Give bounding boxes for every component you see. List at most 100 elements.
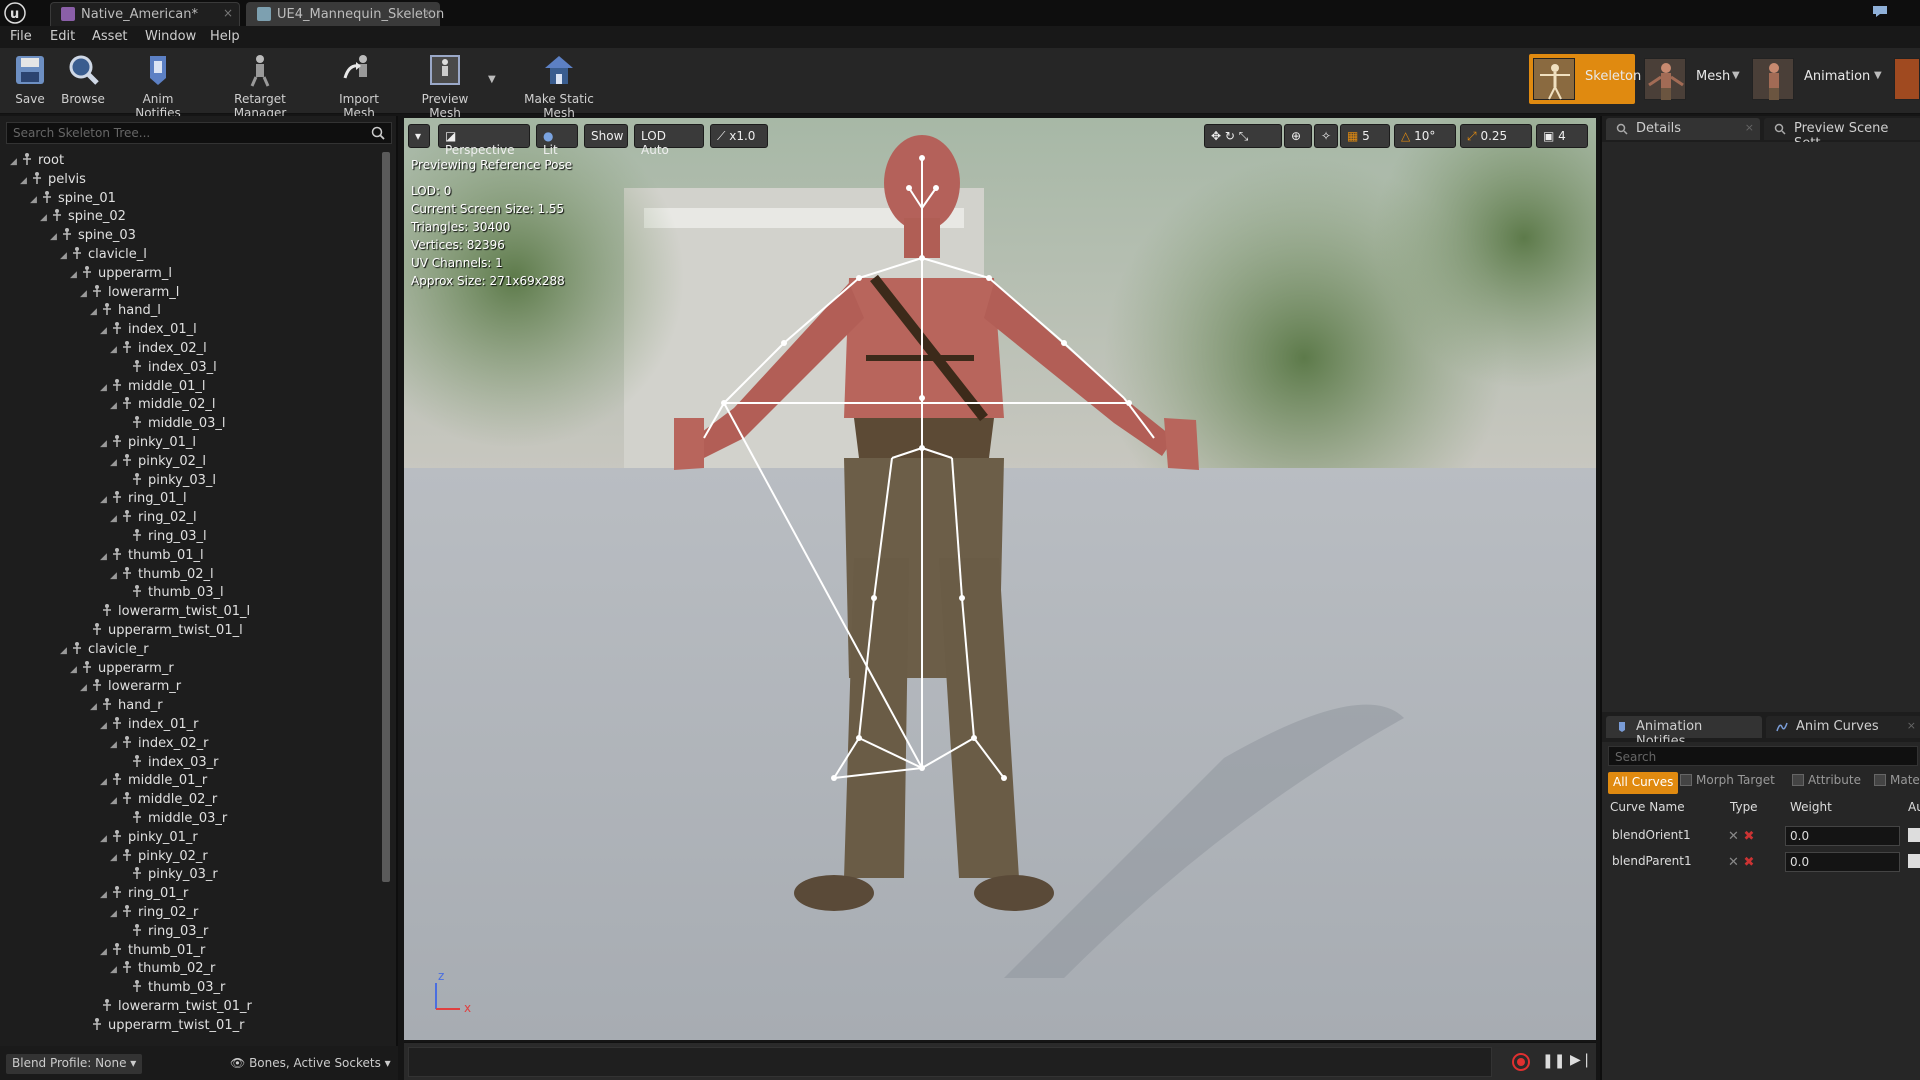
expand-arrow-icon[interactable]: ◢ xyxy=(50,232,60,242)
bone-tree-item[interactable]: ◢ index_01_r xyxy=(100,716,198,734)
bone-tree-item[interactable]: ◢ pinky_01_l xyxy=(100,434,196,452)
tab-details[interactable]: Details × xyxy=(1606,118,1760,140)
step-forward-button[interactable]: ▶❘ xyxy=(1570,1052,1593,1068)
bone-tree-item[interactable]: ◢ ring_01_l xyxy=(100,490,187,508)
bone-tree-item[interactable]: ◢ middle_01_r xyxy=(100,772,207,790)
expand-arrow-icon[interactable]: ◢ xyxy=(100,834,110,844)
expand-arrow-icon[interactable]: ◢ xyxy=(60,646,70,656)
anim-notifies-button[interactable]: Anim Notifies xyxy=(118,50,198,120)
viewport-options-dropdown[interactable]: ▾ xyxy=(408,124,430,148)
expand-arrow-icon[interactable]: ◢ xyxy=(100,777,110,787)
bone-tree-item[interactable]: ◢ root xyxy=(10,152,64,170)
bone-tree-item[interactable]: ring_03_l xyxy=(120,528,207,546)
bone-tree-item[interactable]: ◢ thumb_01_r xyxy=(100,942,205,960)
bone-tree-item[interactable]: ◢ lowerarm_r xyxy=(80,678,181,696)
expand-arrow-icon[interactable]: ◢ xyxy=(90,702,100,712)
bone-tree-item[interactable]: index_03_r xyxy=(120,754,218,772)
expand-arrow-icon[interactable]: ◢ xyxy=(100,890,110,900)
expand-arrow-icon[interactable]: ◢ xyxy=(110,796,120,806)
bone-tree-item[interactable]: ◢ ring_02_l xyxy=(110,509,197,527)
expand-arrow-icon[interactable]: ◢ xyxy=(100,947,110,957)
all-curves-toggle[interactable]: All Curves xyxy=(1608,772,1679,794)
expand-arrow-icon[interactable]: ◢ xyxy=(10,157,20,167)
blend-profile-dropdown[interactable]: Blend Profile: None ▾ xyxy=(6,1054,143,1074)
timeline-track[interactable] xyxy=(408,1047,1492,1077)
bone-tree-item[interactable]: ◢ lowerarm_l xyxy=(80,284,179,302)
bone-tree-item[interactable]: thumb_03_l xyxy=(120,584,224,602)
bone-tree-item[interactable]: middle_03_l xyxy=(120,415,226,433)
bone-tree-item[interactable]: ◢ index_02_r xyxy=(110,735,208,753)
lit-button[interactable]: ● Lit xyxy=(536,124,578,157)
bone-tree-item[interactable]: ◢ middle_02_r xyxy=(110,791,217,809)
expand-arrow-icon[interactable]: ◢ xyxy=(110,965,120,975)
browse-button[interactable]: Browse xyxy=(58,50,108,112)
viewport[interactable] xyxy=(404,118,1596,1040)
material-checkbox[interactable] xyxy=(1874,774,1886,786)
bone-tree-item[interactable]: pinky_03_l xyxy=(120,472,216,490)
playback-speed-button[interactable]: ⟋ x1.0 xyxy=(710,124,768,148)
close-icon[interactable]: × xyxy=(423,6,433,20)
bone-tree-item[interactable]: ◢ spine_03 xyxy=(50,227,136,245)
tree-scrollbar[interactable] xyxy=(382,152,390,882)
bone-tree-item[interactable]: ◢ pinky_01_r xyxy=(100,829,198,847)
bone-tree-item[interactable]: ◢ middle_01_l xyxy=(100,378,206,396)
import-mesh-button[interactable]: Import Mesh xyxy=(322,50,396,120)
expand-arrow-icon[interactable]: ◢ xyxy=(110,909,120,919)
material-filter[interactable]: Mate xyxy=(1874,773,1920,795)
tab-native-american[interactable]: Native_American* × xyxy=(50,2,240,26)
bone-tree-item[interactable]: ◢ index_01_l xyxy=(100,321,197,339)
expand-arrow-icon[interactable]: ◢ xyxy=(110,571,120,581)
bones-filter-dropdown[interactable]: 👁 Bones, Active Sockets ▾ xyxy=(230,1056,391,1070)
blueprint-mode-button[interactable] xyxy=(1890,54,1920,104)
tab-ue4-mannequin-skeleton[interactable]: UE4_Mannequin_Skeleton × xyxy=(246,2,444,26)
bone-tree-item[interactable]: ◢ upperarm_r xyxy=(70,660,174,678)
animation-dropdown-icon[interactable]: ▼ xyxy=(1874,70,1882,81)
preview-mesh-button[interactable]: Preview Mesh xyxy=(404,50,486,120)
bone-tree-item[interactable]: ◢ spine_02 xyxy=(40,208,126,226)
bone-tree-item[interactable]: middle_03_r xyxy=(120,810,227,828)
record-button[interactable] xyxy=(1512,1053,1530,1071)
expand-arrow-icon[interactable]: ◢ xyxy=(110,345,120,355)
expand-arrow-icon[interactable]: ◢ xyxy=(40,213,50,223)
bone-tree-item[interactable]: ◢ thumb_02_r xyxy=(110,960,215,978)
expand-arrow-icon[interactable]: ◢ xyxy=(90,307,100,317)
curve-weight-input[interactable]: 0.0 xyxy=(1785,852,1900,872)
bone-tree-item[interactable]: ◢ thumb_01_l xyxy=(100,547,204,565)
rotate-icon[interactable]: ↻ xyxy=(1225,129,1235,143)
bone-tree-item[interactable]: ◢ pinky_02_l xyxy=(110,453,206,471)
bone-tree-item[interactable]: upperarm_twist_01_r xyxy=(80,1017,244,1034)
bone-tree-item[interactable]: ◢ index_02_l xyxy=(110,340,207,358)
bone-tree-item[interactable]: ◢ thumb_02_l xyxy=(110,566,214,584)
bone-tree-item[interactable]: ◢ hand_l xyxy=(90,302,161,320)
camera-speed-button[interactable]: ▣ 4 xyxy=(1536,124,1588,148)
translate-icon[interactable]: ✥ xyxy=(1211,129,1221,143)
bone-tree-item[interactable]: ◢ clavicle_l xyxy=(60,246,147,264)
expand-arrow-icon[interactable]: ◢ xyxy=(70,665,80,675)
curve-row[interactable]: blendOrient1 ✕ ✖ 0.0 xyxy=(1602,824,1920,848)
attribute-checkbox[interactable] xyxy=(1792,774,1804,786)
bone-tree-item[interactable]: ◢ clavicle_r xyxy=(60,641,149,659)
expand-arrow-icon[interactable]: ◢ xyxy=(20,176,30,186)
bone-tree-item[interactable]: ◢ pinky_02_r xyxy=(110,848,208,866)
show-button[interactable]: Show xyxy=(584,124,628,148)
close-icon[interactable]: × xyxy=(223,6,233,20)
auto-checkbox[interactable] xyxy=(1908,854,1920,868)
scale-icon[interactable]: ⤡ xyxy=(1239,129,1249,143)
attribute-filter[interactable]: Attribute xyxy=(1792,773,1861,795)
expand-arrow-icon[interactable]: ◢ xyxy=(100,552,110,562)
expand-arrow-icon[interactable]: ◢ xyxy=(110,740,120,750)
mesh-mode-button[interactable]: Mesh ▼ xyxy=(1640,54,1740,104)
curve-row[interactable]: blendParent1 ✕ ✖ 0.0 xyxy=(1602,850,1920,874)
curve-weight-input[interactable]: 0.0 xyxy=(1785,826,1900,846)
skeleton-mode-button[interactable]: Skeleton xyxy=(1529,54,1641,104)
bone-tree-item[interactable]: ring_03_r xyxy=(120,923,208,941)
expand-arrow-icon[interactable]: ◢ xyxy=(100,383,110,393)
lod-button[interactable]: LOD Auto xyxy=(634,124,704,157)
bone-tree-item[interactable]: ◢ pelvis xyxy=(20,171,86,189)
expand-arrow-icon[interactable]: ◢ xyxy=(100,721,110,731)
column-type[interactable]: Type xyxy=(1730,800,1758,814)
expand-arrow-icon[interactable]: ◢ xyxy=(100,439,110,449)
world-local-toggle[interactable]: ⊕ xyxy=(1284,124,1312,148)
surface-snap-toggle[interactable]: ✧ xyxy=(1314,124,1338,148)
grid-snap-toggle[interactable]: ▦ 5 xyxy=(1340,124,1390,148)
